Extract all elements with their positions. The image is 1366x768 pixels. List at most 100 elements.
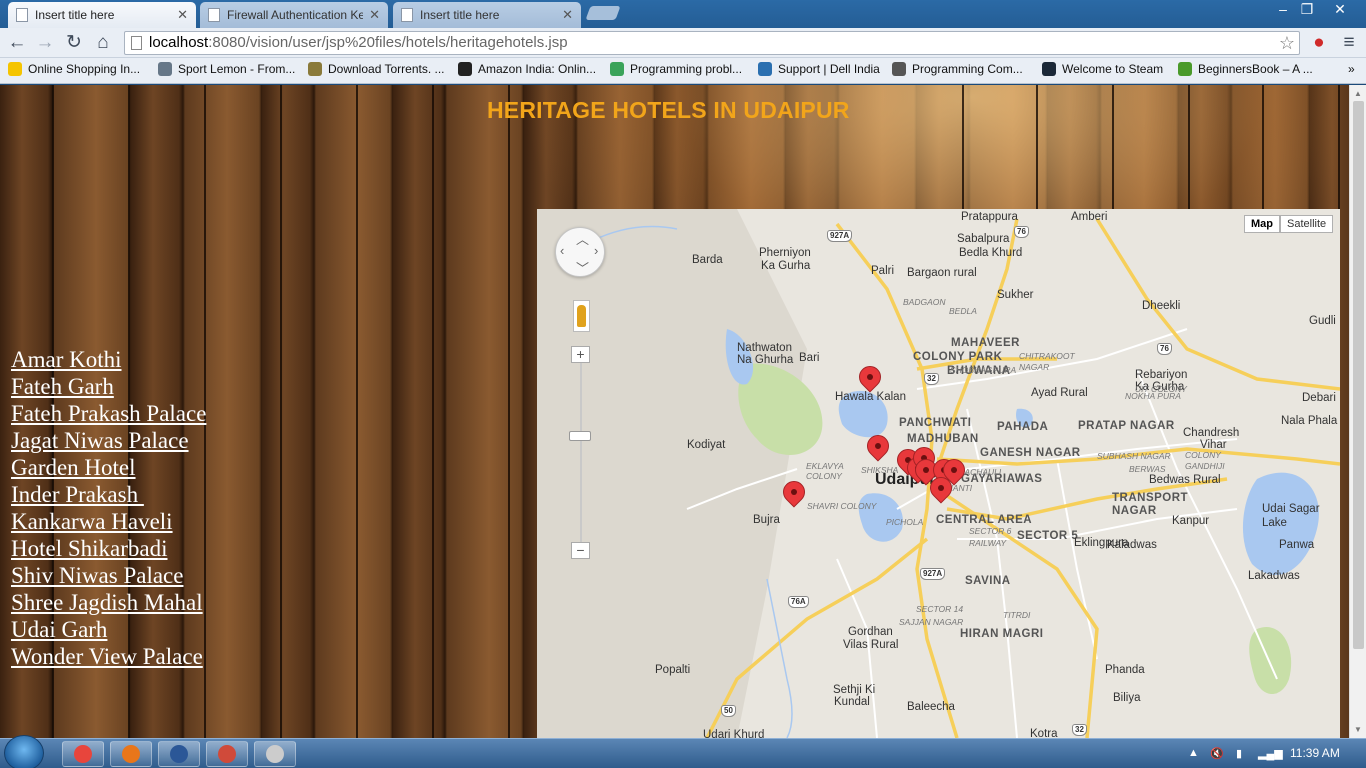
word-icon bbox=[170, 745, 188, 763]
bookmark-item[interactable]: Programming probl... bbox=[610, 62, 742, 76]
highway-shield-icon: 32 bbox=[924, 373, 939, 385]
new-tab-button[interactable] bbox=[585, 6, 621, 20]
amazon-icon bbox=[458, 62, 472, 76]
address-bar[interactable]: localhost:8080/vision/user/jsp%20files/h… bbox=[124, 31, 1300, 55]
map-place-label: Bujra bbox=[753, 514, 780, 526]
forward-icon[interactable]: → bbox=[34, 32, 56, 54]
close-window-icon[interactable]: ✕ bbox=[1326, 0, 1354, 20]
hotel-link[interactable]: Udai Garh bbox=[11, 617, 107, 642]
bookmark-item[interactable]: Support | Dell India bbox=[758, 62, 880, 76]
extension-icon[interactable]: ● bbox=[1308, 32, 1330, 54]
hotel-link[interactable]: Kankarwa Haveli bbox=[11, 509, 173, 534]
taskbar-app-settings[interactable] bbox=[254, 741, 296, 767]
pan-control[interactable]: ︿ ﹀ ‹ › bbox=[555, 227, 605, 277]
hotel-link[interactable]: Wonder View Palace bbox=[11, 644, 203, 669]
hotel-link[interactable]: Inder Prakash bbox=[11, 482, 144, 507]
map-place-label: SHIKSHA bbox=[861, 465, 899, 475]
pan-up-icon[interactable]: ︿ bbox=[576, 229, 589, 248]
google-map[interactable]: Map Satellite ︿ ﹀ ‹ › + − Pratappura Ambe… bbox=[537, 209, 1340, 738]
map-place-label: Pratappura bbox=[961, 211, 1018, 223]
network-icon[interactable]: ▂▄▆ bbox=[1258, 747, 1283, 760]
hotel-link[interactable]: Fateh Garh bbox=[11, 374, 114, 399]
page-viewport: HERITAGE HOTELS IN UDAIPUR Amar Kothi Fat… bbox=[0, 85, 1366, 738]
map-place-label: Gordhan bbox=[848, 626, 893, 638]
bookmark-item[interactable]: Welcome to Steam bbox=[1042, 62, 1163, 76]
page-scrollbar[interactable]: ▲ ▼ bbox=[1349, 85, 1366, 738]
map-place-label: Kodiyat bbox=[687, 439, 726, 451]
map-place-label: Kundal bbox=[834, 696, 870, 708]
highway-shield-icon: 927A bbox=[920, 568, 946, 580]
tray-expand-icon[interactable]: ▲ bbox=[1188, 747, 1199, 759]
map-place-label: Amberi bbox=[1071, 211, 1108, 223]
map-place-label: Hawala Kalan bbox=[835, 391, 906, 403]
home-icon[interactable]: ⌂ bbox=[92, 32, 114, 54]
map-place-label: COLONY bbox=[806, 471, 842, 481]
map-place-label: Biliya bbox=[1113, 692, 1141, 704]
map-place-label: MADHUBAN bbox=[907, 433, 979, 445]
tab-active[interactable]: Insert title here ✕ bbox=[8, 2, 196, 28]
hotel-link[interactable]: Amar Kothi bbox=[11, 347, 122, 372]
map-place-label: Pherniyon bbox=[759, 247, 811, 259]
pan-right-icon[interactable]: › bbox=[594, 243, 598, 258]
tab-close-icon[interactable]: ✕ bbox=[369, 7, 380, 23]
hotel-link[interactable]: Shree Jagdish Mahal bbox=[11, 590, 203, 615]
map-place-label: PAHADA bbox=[997, 421, 1049, 433]
pan-down-icon[interactable]: ﹀ bbox=[576, 258, 589, 277]
taskbar-app-chrome[interactable] bbox=[62, 741, 104, 767]
bookmark-item[interactable]: BeginnersBook – A ... bbox=[1178, 62, 1313, 76]
bookmark-item[interactable]: Amazon India: Onlin... bbox=[458, 62, 596, 76]
map-place-label: BEDLA bbox=[949, 306, 977, 316]
map-place-label: Eklingpura bbox=[1074, 537, 1129, 549]
pan-left-icon[interactable]: ‹ bbox=[560, 243, 564, 258]
plank-seam bbox=[1112, 85, 1114, 209]
bookmark-item[interactable]: Programming Com... bbox=[892, 62, 1023, 76]
taskbar-app-firefox[interactable] bbox=[110, 741, 152, 767]
tab-firewall[interactable]: Firewall Authentication Ke ✕ bbox=[200, 2, 388, 28]
bookmark-item[interactable]: Online Shopping In... bbox=[8, 62, 140, 76]
map-place-label: GANESH NAGAR bbox=[980, 447, 1081, 459]
tab-insert-title[interactable]: Insert title here ✕ bbox=[393, 2, 581, 28]
bookmark-star-icon[interactable]: ☆ bbox=[1279, 32, 1295, 54]
back-icon[interactable]: ← bbox=[6, 32, 28, 54]
bookmarks-overflow-icon[interactable]: » bbox=[1348, 62, 1355, 76]
hotel-link[interactable]: Shiv Niwas Palace bbox=[11, 563, 183, 588]
map-place-label: MAHAVEER bbox=[951, 337, 1020, 349]
scrollbar-thumb[interactable] bbox=[1353, 101, 1364, 649]
plank-seam bbox=[1262, 85, 1264, 209]
map-place-label: Udai Sagar bbox=[1262, 503, 1320, 515]
zoom-out-button[interactable]: − bbox=[571, 542, 590, 559]
scroll-down-icon[interactable]: ▼ bbox=[1354, 725, 1362, 734]
tab-label: Firewall Authentication Ke bbox=[227, 8, 364, 22]
tab-close-icon[interactable]: ✕ bbox=[177, 7, 188, 23]
tab-close-icon[interactable]: ✕ bbox=[562, 7, 573, 23]
hotel-link[interactable]: Fateh Prakash Palace bbox=[11, 401, 206, 426]
zoom-in-button[interactable]: + bbox=[571, 346, 590, 363]
zoom-slider-handle[interactable] bbox=[569, 431, 591, 441]
maximize-icon[interactable]: ❐ bbox=[1293, 0, 1321, 20]
taskbar-app-word[interactable] bbox=[158, 741, 200, 767]
bookmark-item[interactable]: Sport Lemon - From... bbox=[158, 62, 295, 76]
map-place-label: NAGAR bbox=[1019, 362, 1050, 372]
menu-icon[interactable]: ≡ bbox=[1338, 32, 1360, 54]
clock[interactable]: 11:39 AM bbox=[1290, 746, 1340, 760]
hotel-link[interactable]: Garden Hotel bbox=[11, 455, 136, 480]
bookmark-item[interactable]: Download Torrents. ... bbox=[308, 62, 445, 76]
hotel-list-item: Jagat Niwas Palace bbox=[11, 428, 206, 455]
hotel-link[interactable]: Jagat Niwas Palace bbox=[11, 428, 189, 453]
volume-icon[interactable]: 🔇 bbox=[1210, 747, 1224, 760]
taskbar-app-app-red[interactable] bbox=[206, 741, 248, 767]
plank-seam bbox=[1036, 85, 1038, 209]
street-view-pegman-icon[interactable] bbox=[573, 300, 590, 332]
map-place-label: PRATAP NAGAR bbox=[1078, 420, 1175, 432]
url-host: localhost bbox=[149, 34, 209, 51]
bookmark-label: Welcome to Steam bbox=[1062, 62, 1164, 76]
map-type-satellite-button[interactable]: Satellite bbox=[1280, 215, 1334, 233]
scroll-up-icon[interactable]: ▲ bbox=[1354, 89, 1362, 98]
hotel-link[interactable]: Hotel Shikarbadi bbox=[11, 536, 168, 561]
start-button[interactable] bbox=[4, 735, 44, 768]
zoom-slider-track[interactable] bbox=[580, 354, 582, 550]
map-type-map-button[interactable]: Map bbox=[1244, 215, 1280, 233]
map-place-label: COLONY PARK bbox=[913, 351, 1003, 363]
battery-icon[interactable]: ▮ bbox=[1236, 747, 1242, 760]
reload-icon[interactable]: ↻ bbox=[63, 32, 85, 54]
